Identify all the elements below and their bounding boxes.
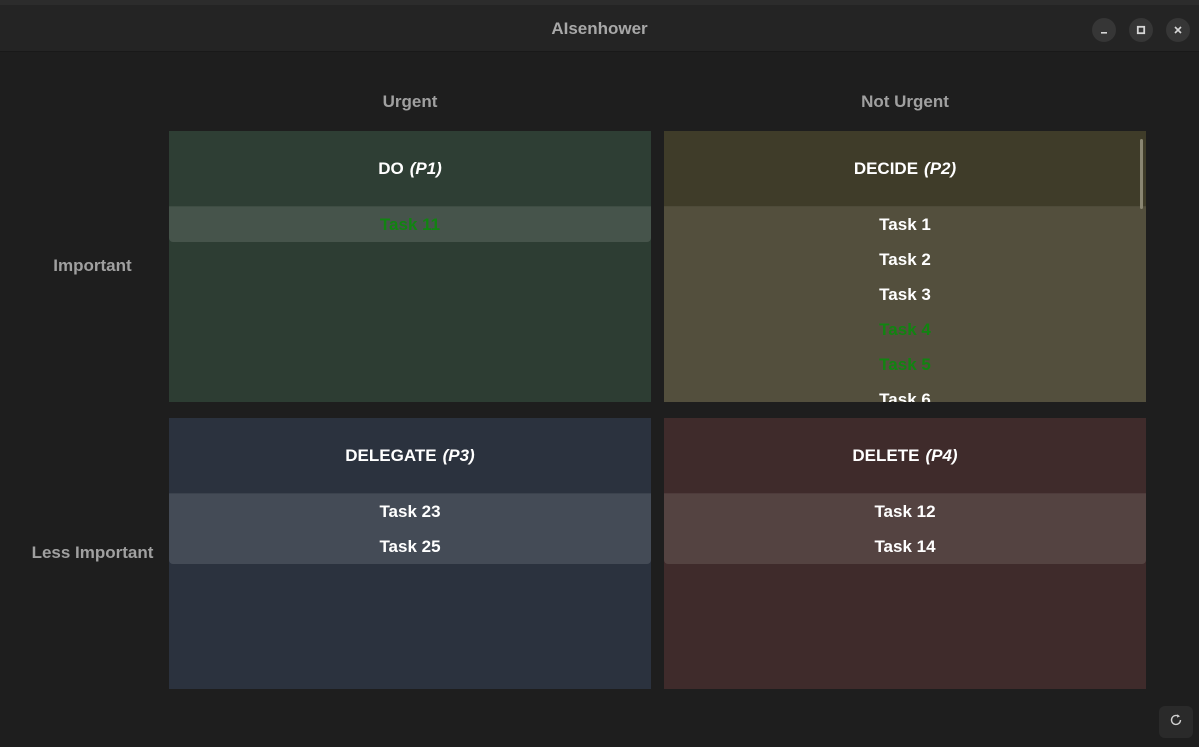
quadrant-do: DO (P1) Task 11: [169, 131, 651, 402]
quadrant-title: DO: [378, 158, 404, 178]
maximize-button[interactable]: [1129, 18, 1153, 42]
task-item[interactable]: Task 14: [664, 529, 1146, 564]
quadrant-priority: (P1): [409, 158, 442, 178]
column-header-urgent: Urgent: [382, 92, 438, 111]
quadrant-delete-header: DELETE (P4): [664, 418, 1146, 494]
refresh-icon: [1169, 713, 1183, 732]
quadrant-title: DELETE: [852, 445, 920, 465]
scrollbar[interactable]: [1140, 139, 1143, 209]
quadrant-decide: DECIDE (P2) Task 1 Task 2 Task 3 Task 4 …: [664, 131, 1146, 402]
task-item[interactable]: Task 6: [664, 382, 1146, 402]
quadrant-delegate: DELEGATE (P3) Task 23 Task 25: [169, 418, 651, 689]
title-bar: AIsenhower: [0, 0, 1199, 52]
task-item[interactable]: Task 3: [664, 277, 1146, 312]
minimize-icon: [1099, 25, 1109, 35]
task-list: Task 1 Task 2 Task 3 Task 4 Task 5 Task …: [664, 207, 1146, 402]
quadrant-title: DECIDE: [853, 158, 919, 178]
column-header-not-urgent: Not Urgent: [861, 92, 949, 111]
refresh-button[interactable]: [1159, 706, 1193, 738]
task-item[interactable]: Task 2: [664, 242, 1146, 277]
task-item[interactable]: Task 23: [169, 494, 651, 529]
task-item[interactable]: Task 1: [664, 207, 1146, 242]
row-header-less-important: Less Important: [31, 543, 154, 562]
quadrant-do-header: DO (P1): [169, 131, 651, 207]
quadrant-priority: (P3): [442, 445, 475, 465]
window-title: AIsenhower: [551, 19, 648, 38]
app-window: AIsenhower Urgent Not Urgent Important L…: [0, 0, 1199, 747]
quadrant-priority: (P4): [925, 445, 958, 465]
close-icon: [1173, 25, 1183, 35]
task-list: Task 12 Task 14: [664, 494, 1146, 564]
quadrant-title: DELEGATE: [345, 445, 437, 465]
task-item[interactable]: Task 11: [169, 207, 651, 242]
task-item[interactable]: Task 25: [169, 529, 651, 564]
maximize-icon: [1136, 25, 1146, 35]
row-header-important: Important: [53, 256, 132, 275]
task-item[interactable]: Task 12: [664, 494, 1146, 529]
close-button[interactable]: [1166, 18, 1190, 42]
quadrant-decide-header: DECIDE (P2): [664, 131, 1146, 207]
task-list: Task 23 Task 25: [169, 494, 651, 564]
task-item[interactable]: Task 4: [664, 312, 1146, 347]
task-item[interactable]: Task 5: [664, 347, 1146, 382]
quadrant-priority: (P2): [924, 158, 957, 178]
minimize-button[interactable]: [1092, 18, 1116, 42]
task-list: Task 11: [169, 207, 651, 242]
quadrant-delete: DELETE (P4) Task 12 Task 14: [664, 418, 1146, 689]
quadrant-delegate-header: DELEGATE (P3): [169, 418, 651, 494]
